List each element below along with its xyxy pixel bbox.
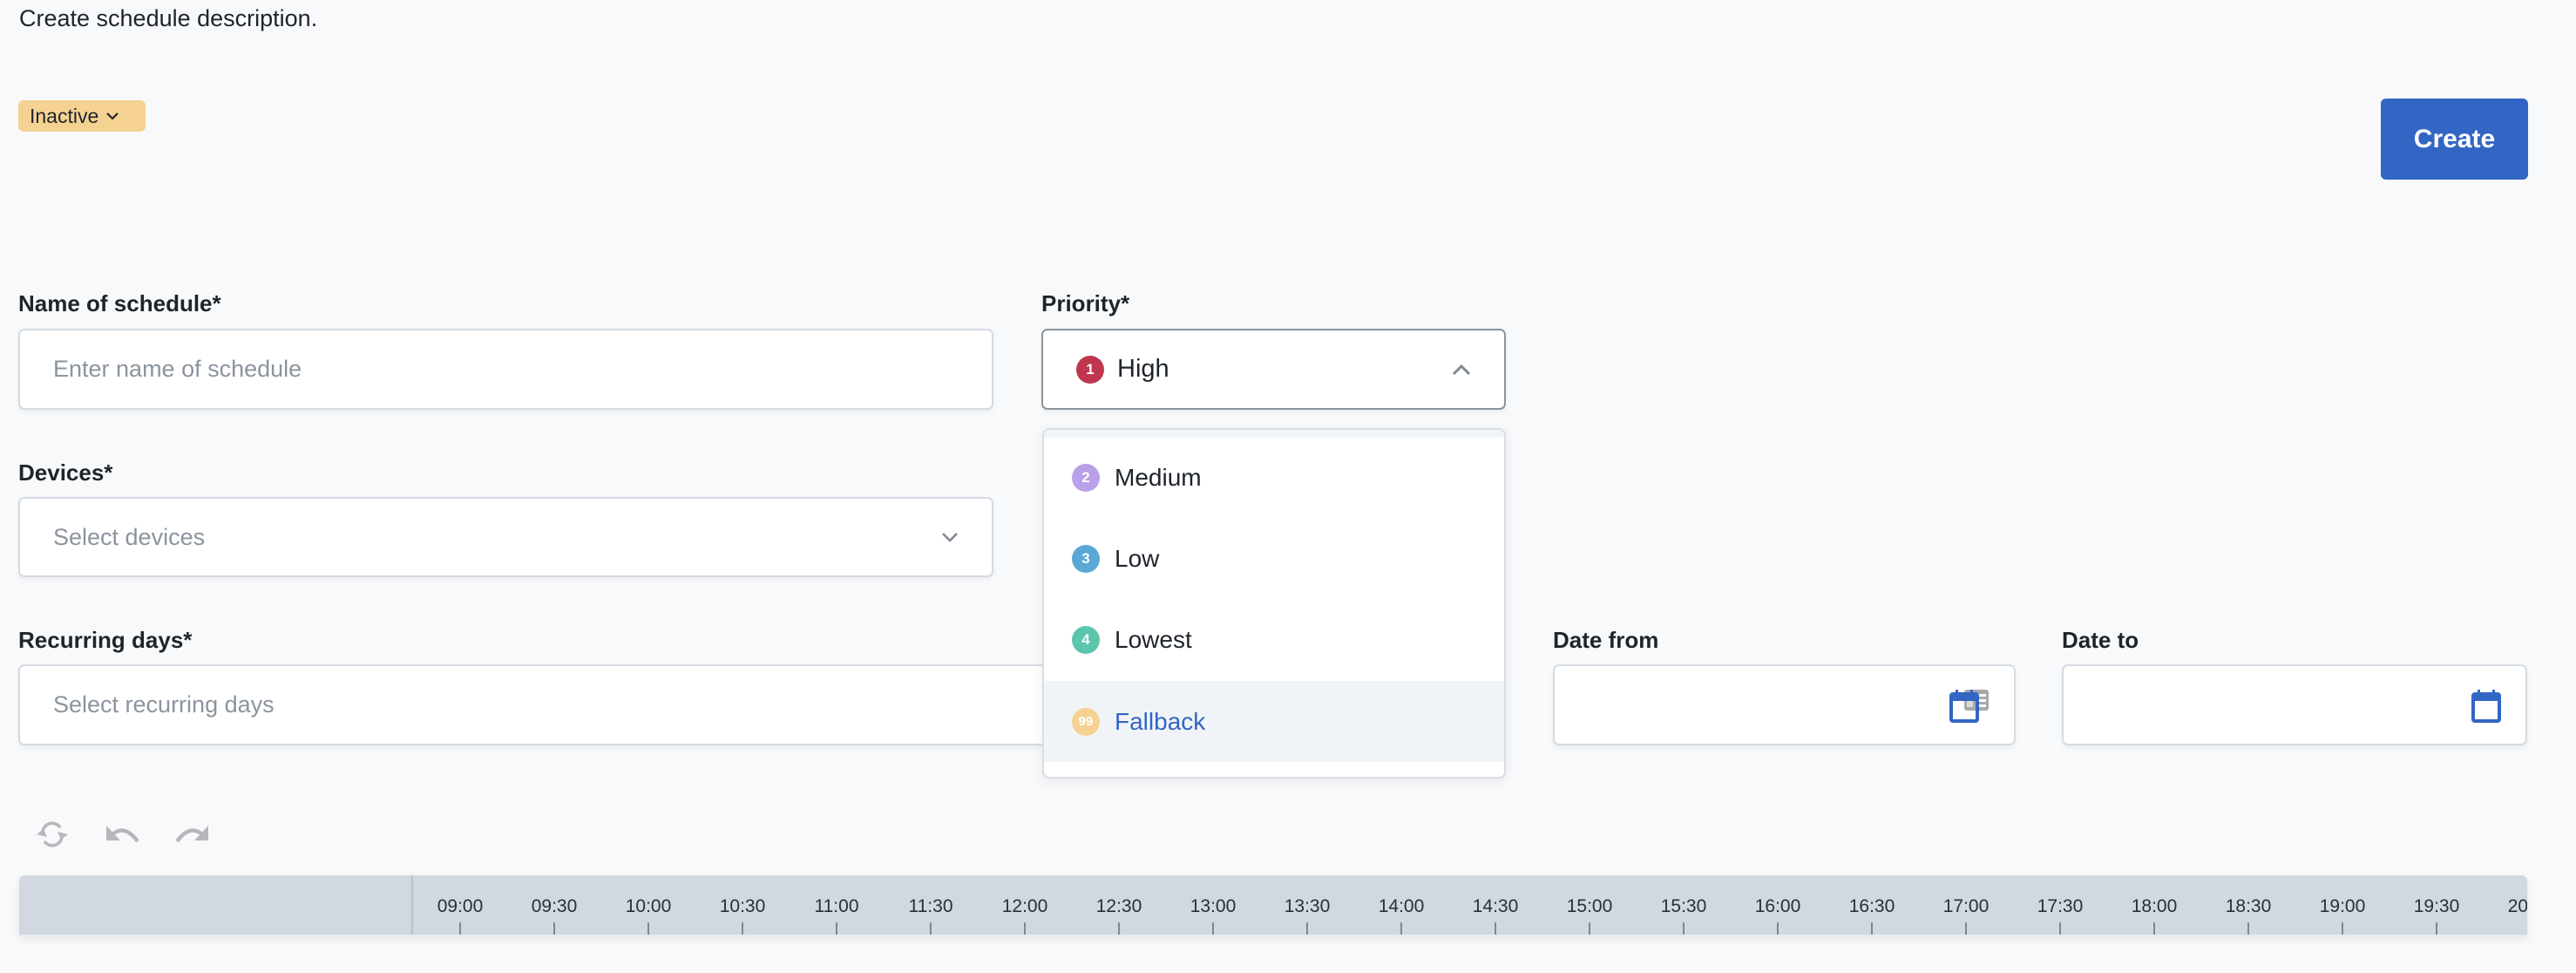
chevron-down-icon [942, 533, 958, 542]
option-label: Low [1115, 544, 1160, 572]
priority-badge: 3 [1072, 544, 1100, 573]
priority-selected-label: High [1117, 355, 1169, 383]
priority-label: Priority* [1041, 290, 1130, 316]
timeline-tick-mark [2059, 922, 2061, 935]
schedule-description: Create schedule description. [19, 5, 318, 31]
date-to-input[interactable] [2062, 664, 2527, 745]
timeline-tick-label: 17:00 [1942, 896, 1990, 916]
name-label: Name of schedule* [18, 290, 221, 316]
timeline-tick-label: 09:00 [437, 896, 484, 916]
priority-option-fallback[interactable]: 99 Fallback [1044, 681, 1504, 762]
chevron-up-icon [1452, 364, 1471, 375]
timeline-tick-label: 19:00 [2319, 896, 2366, 916]
timeline-tick-label: 09:30 [531, 896, 578, 916]
timeline-tick-mark [1777, 922, 1779, 935]
timeline-tick-label: 18:00 [2131, 896, 2178, 916]
calendar-icon[interactable] [2471, 690, 2501, 723]
status-label: Inactive [30, 104, 99, 127]
priority-badge: 99 [1072, 707, 1100, 736]
timeline-tick-label: 10:00 [625, 896, 672, 916]
date-from-input[interactable] [1553, 664, 2016, 745]
priority-dropdown-menu: 2 Medium 3 Low 4 Lowest 99 Fallback [1042, 428, 1506, 779]
timeline-tick-label: 17:30 [2037, 896, 2084, 916]
date-from-label: Date from [1553, 627, 1659, 653]
redo-icon[interactable] [174, 824, 209, 843]
timeline-tick-label: 20:00 [2507, 896, 2527, 916]
timeline-tick-label: 14:00 [1378, 896, 1425, 916]
timeline-tick-mark [2436, 922, 2437, 935]
devices-select[interactable]: Select devices [18, 497, 993, 577]
priority-option-medium[interactable]: 2 Medium [1044, 437, 1504, 518]
timeline-tick-mark [647, 922, 649, 935]
timeline-tick-label: 12:30 [1095, 896, 1142, 916]
timeline-tick-label: 13:30 [1284, 896, 1331, 916]
timeline-divider [411, 875, 413, 935]
timeline-header: 09:00 09:30 10:00 10:30 11:00 11:30 12:00 12:30… [19, 875, 2527, 936]
timeline-tick-label: 18:30 [2225, 896, 2272, 916]
timeline-tick-label: 16:30 [1848, 896, 1895, 916]
timeline-tick-label: 19:30 [2413, 896, 2460, 916]
devices-placeholder: Select devices [53, 523, 206, 550]
timeline-tick-label: 15:00 [1566, 896, 1613, 916]
recurring-days-label: Recurring days* [18, 627, 193, 653]
status-dropdown[interactable]: Inactive [18, 100, 146, 132]
priority-option-low[interactable]: 3 Low [1044, 518, 1504, 599]
timeline-tick-label: 14:30 [1472, 896, 1519, 916]
priority-badge: 2 [1072, 463, 1100, 492]
timeline-tick-label: 16:00 [1754, 896, 1801, 916]
timeline-tick-mark [553, 922, 555, 935]
name-placeholder: Enter name of schedule [53, 356, 302, 382]
timeline-tick-mark [930, 922, 932, 935]
priority-badge: 1 [1076, 355, 1104, 384]
date-to-label: Date to [2062, 627, 2139, 653]
priority-badge: 4 [1072, 625, 1100, 654]
priority-select[interactable]: 1 High [1041, 329, 1506, 410]
schedule-name-input[interactable]: Enter name of schedule [18, 329, 993, 410]
timeline-tick-mark [1965, 922, 1967, 935]
priority-option-lowest[interactable]: 4 Lowest [1044, 599, 1504, 680]
timeline-tick-label: 11:30 [908, 896, 953, 916]
timeline-tick-label: 11:00 [814, 896, 859, 916]
recurring-days-placeholder: Select recurring days [53, 691, 275, 718]
timeline-tick-label: 10:30 [719, 896, 766, 916]
devices-label: Devices* [18, 459, 113, 486]
timeline-tick-mark [1306, 922, 1308, 935]
recurring-days-select[interactable]: Select recurring days [18, 664, 1151, 745]
option-label: Lowest [1115, 625, 1192, 653]
timeline-tick-mark [1024, 922, 1026, 935]
timeline-tick-label: 13:00 [1190, 896, 1237, 916]
timeline-tick-mark [1683, 922, 1685, 935]
timeline-tick-mark [1400, 922, 1402, 935]
timeline-tick-mark [2247, 922, 2249, 935]
timeline-tick-mark [1495, 922, 1496, 935]
timeline-tick-mark [2342, 922, 2343, 935]
refresh-icon[interactable] [36, 820, 69, 849]
timeline-tick-mark [1589, 922, 1590, 935]
option-label: Fallback [1115, 707, 1206, 735]
timeline-tick-label: 12:00 [1001, 896, 1048, 916]
timeline-tick-mark [1871, 922, 1873, 935]
undo-icon[interactable] [105, 824, 140, 843]
timeline-tick-mark [2153, 922, 2155, 935]
create-button[interactable]: Create [2381, 99, 2528, 180]
timeline-tick-mark [836, 922, 837, 935]
timeline-tick-mark [1212, 922, 1214, 935]
timeline-tick-mark [459, 922, 461, 935]
timeline-tick-label: 15:30 [1660, 896, 1707, 916]
timeline-tick-mark [1118, 922, 1120, 935]
chevron-down-icon [106, 112, 119, 120]
timeline-tick-mark [742, 922, 743, 935]
calendar-icon[interactable] [1949, 690, 1979, 723]
option-label: Medium [1115, 463, 1202, 491]
